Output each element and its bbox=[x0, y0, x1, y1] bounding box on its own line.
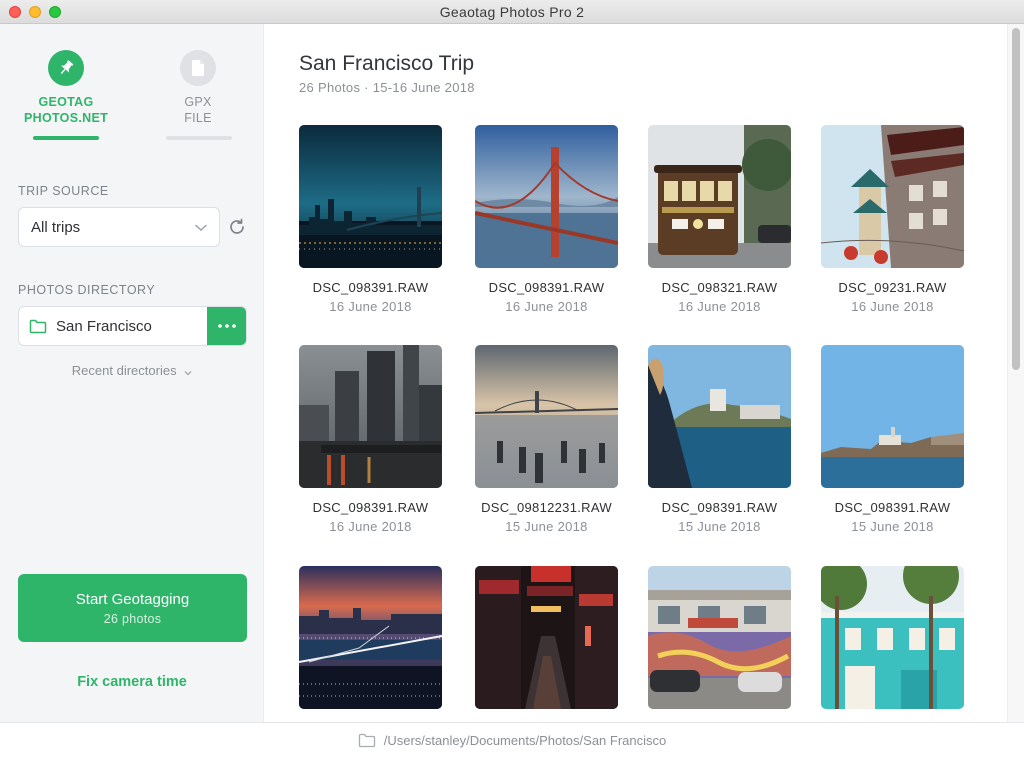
photo-card[interactable]: DSC_098321.RAW 16 June 2018 bbox=[648, 125, 791, 314]
refresh-icon[interactable] bbox=[227, 217, 247, 237]
photo-thumbnail bbox=[821, 345, 964, 488]
start-geotagging-title: Start Geotagging bbox=[75, 591, 190, 608]
photo-card[interactable]: DSC_09812231.RAW 15 June 2018 bbox=[475, 345, 618, 534]
photo-gallery: San Francisco Trip 26 Photos · 15-16 Jun… bbox=[265, 24, 1007, 722]
recent-directories-label: Recent directories bbox=[71, 363, 177, 378]
photo-date: 16 June 2018 bbox=[678, 299, 761, 314]
photo-thumbnail bbox=[475, 345, 618, 488]
vertical-scrollbar[interactable] bbox=[1007, 24, 1024, 722]
photo-thumbnail bbox=[821, 566, 964, 709]
photos-directory-value: San Francisco bbox=[56, 317, 152, 335]
photo-thumbnail bbox=[648, 566, 791, 709]
photo-date: 16 June 2018 bbox=[329, 299, 412, 314]
folder-icon bbox=[358, 733, 376, 748]
status-bar: /Users/stanley/Documents/Photos/San Fran… bbox=[0, 722, 1024, 757]
photo-date: 15 June 2018 bbox=[505, 519, 588, 534]
recent-directories-dropdown[interactable]: Recent directories bbox=[0, 363, 264, 379]
file-icon bbox=[180, 50, 216, 86]
photo-thumbnail bbox=[299, 125, 442, 268]
chevron-down-icon bbox=[195, 219, 207, 236]
window-controls bbox=[9, 6, 61, 18]
trip-source-select[interactable]: All trips bbox=[18, 207, 220, 247]
photos-directory-label: PHOTOS DIRECTORY bbox=[18, 283, 156, 297]
photo-filename: DSC_09812231.RAW bbox=[481, 500, 612, 515]
photo-thumbnail bbox=[648, 345, 791, 488]
start-geotagging-count: 26 photos bbox=[103, 612, 162, 626]
photo-card[interactable] bbox=[475, 566, 618, 721]
trip-source-value: All trips bbox=[31, 218, 81, 236]
photo-thumbnail bbox=[475, 125, 618, 268]
album-meta: 26 Photos · 15-16 June 2018 bbox=[299, 80, 475, 95]
minimize-window-button[interactable] bbox=[29, 6, 41, 18]
photo-date: 16 June 2018 bbox=[505, 299, 588, 314]
window-title: Geaotag Photos Pro 2 bbox=[439, 3, 585, 20]
photo-thumbnail bbox=[299, 345, 442, 488]
photo-thumbnail bbox=[821, 125, 964, 268]
photo-filename: DSC_09231.RAW bbox=[838, 280, 947, 295]
current-path: /Users/stanley/Documents/Photos/San Fran… bbox=[383, 732, 667, 748]
photo-filename: DSC_098391.RAW bbox=[488, 280, 605, 295]
close-window-button[interactable] bbox=[9, 6, 21, 18]
inactive-tab-indicator bbox=[166, 136, 232, 140]
photo-card[interactable]: DSC_098391.RAW 16 June 2018 bbox=[299, 125, 442, 314]
source-tabs: GEOTAG PHOTOS.NET GPX FILE bbox=[0, 24, 264, 144]
photo-card[interactable] bbox=[648, 566, 791, 721]
photo-filename: DSC_098391.RAW bbox=[312, 280, 429, 295]
active-tab-indicator bbox=[33, 136, 99, 140]
photo-date: 16 June 2018 bbox=[851, 299, 934, 314]
photos-directory-field[interactable]: San Francisco bbox=[18, 306, 247, 346]
start-geotagging-button[interactable]: Start Geotagging 26 photos bbox=[18, 574, 247, 642]
trip-source-label: TRIP SOURCE bbox=[18, 184, 109, 198]
fix-camera-time-link[interactable]: Fix camera time bbox=[0, 674, 264, 690]
photo-card[interactable]: DSC_09231.RAW 16 June 2018 bbox=[821, 125, 964, 314]
more-options-button[interactable] bbox=[207, 307, 246, 345]
photo-card[interactable]: DSC_098391.RAW 16 June 2018 bbox=[475, 125, 618, 314]
pushpin-icon bbox=[48, 50, 84, 86]
tab-label: GPX FILE bbox=[184, 95, 212, 125]
photo-date: 15 June 2018 bbox=[678, 519, 761, 534]
chevron-down-icon bbox=[184, 364, 192, 379]
sidebar: GEOTAG PHOTOS.NET GPX FILE TRIP SOURCE A… bbox=[0, 24, 264, 722]
photo-thumbnail bbox=[648, 125, 791, 268]
tab-geotag-photos-net[interactable]: GEOTAG PHOTOS.NET bbox=[11, 50, 121, 126]
folder-icon bbox=[29, 319, 47, 334]
photo-card[interactable]: DSC_098391.RAW 16 June 2018 bbox=[299, 345, 442, 534]
photo-thumbnail bbox=[475, 566, 618, 709]
more-dots-icon bbox=[218, 324, 236, 328]
photo-filename: DSC_098391.RAW bbox=[661, 500, 778, 515]
album-title: San Francisco Trip bbox=[299, 52, 475, 75]
photo-card[interactable]: DSC_098391.RAW 15 June 2018 bbox=[821, 345, 964, 534]
photo-filename: DSC_098391.RAW bbox=[834, 500, 951, 515]
tab-label: GEOTAG PHOTOS.NET bbox=[23, 95, 109, 125]
photo-card[interactable] bbox=[821, 566, 964, 721]
tab-gpx-file[interactable]: GPX FILE bbox=[143, 50, 253, 126]
photo-date: 15 June 2018 bbox=[851, 519, 934, 534]
photo-thumbnail bbox=[299, 566, 442, 709]
maximize-window-button[interactable] bbox=[49, 6, 61, 18]
photo-filename: DSC_098391.RAW bbox=[312, 500, 429, 515]
photo-date: 16 June 2018 bbox=[329, 519, 412, 534]
photo-card[interactable]: DSC_098391.RAW 15 June 2018 bbox=[648, 345, 791, 534]
title-bar: Geaotag Photos Pro 2 bbox=[0, 0, 1024, 24]
photo-filename: DSC_098321.RAW bbox=[661, 280, 778, 295]
scrollbar-thumb[interactable] bbox=[1012, 28, 1020, 370]
photo-card[interactable] bbox=[299, 566, 442, 721]
